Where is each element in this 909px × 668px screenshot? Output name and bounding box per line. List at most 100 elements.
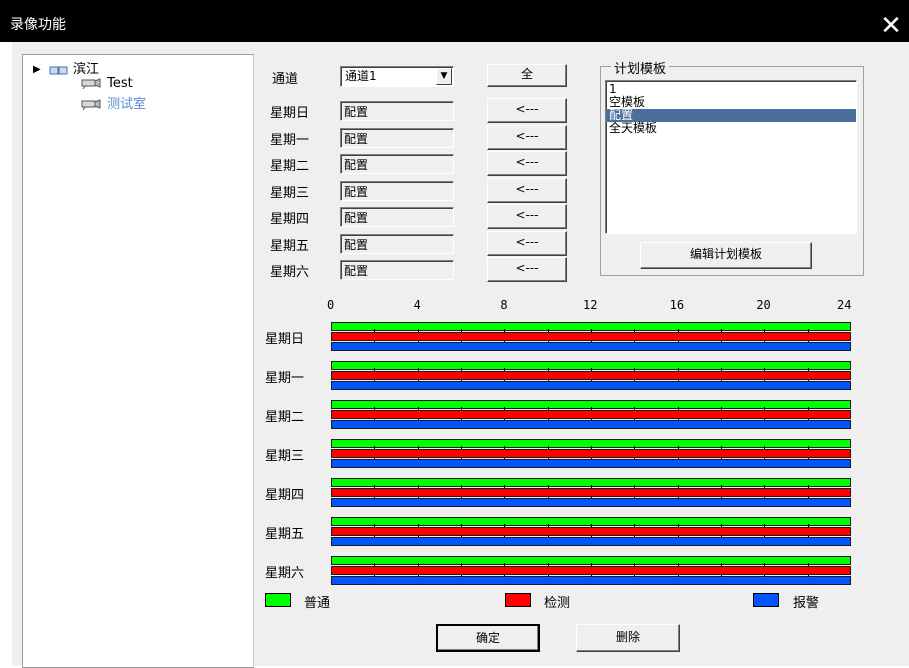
channel-select[interactable]: 通道1 ▼ <box>340 66 454 87</box>
hour-tick <box>374 496 375 499</box>
schedule-bar-alarm[interactable] <box>331 342 851 351</box>
apply-template-button[interactable]: <--- <box>487 151 567 176</box>
hour-tick <box>548 524 549 527</box>
timeline-row[interactable] <box>331 322 851 353</box>
schedule-bar-alarm[interactable] <box>331 498 851 507</box>
hour-tick <box>764 457 765 460</box>
day-template-field[interactable]: 配置 <box>340 260 454 280</box>
day-template-field[interactable]: 配置 <box>340 207 454 227</box>
schedule-bar-alarm[interactable] <box>331 381 851 390</box>
timeline-row[interactable] <box>331 517 851 548</box>
apply-template-button[interactable]: <--- <box>487 204 567 229</box>
window-title: 录像功能 <box>10 17 66 33</box>
timeline-row[interactable] <box>331 478 851 509</box>
hour-tick <box>418 418 419 421</box>
hour-tick <box>504 457 505 460</box>
hour-tick <box>504 485 505 488</box>
hour-tick <box>591 524 592 527</box>
hour-tick <box>721 446 722 449</box>
day-label: 星期一 <box>270 133 310 148</box>
template-list-item[interactable]: 全天模板 <box>606 122 856 135</box>
hour-tick <box>764 446 765 449</box>
device-tree[interactable]: ▶ 滨江 Test 测试室 <box>22 54 254 668</box>
legend-alarm-label: 报警 <box>793 596 820 611</box>
day-label: 星期二 <box>270 159 310 174</box>
day-template-field[interactable]: 配置 <box>340 181 454 201</box>
apply-template-button[interactable]: <--- <box>487 178 567 203</box>
hour-tick <box>591 574 592 577</box>
hour-tick <box>504 535 505 538</box>
hour-tick <box>504 379 505 382</box>
tree-node-root[interactable]: ▶ 滨江 <box>33 58 99 77</box>
hour-tick <box>461 574 462 577</box>
hour-tick <box>721 418 722 421</box>
day-template-field[interactable]: 配置 <box>340 128 454 148</box>
axis-tick-label: 0 <box>327 298 335 312</box>
timeline-row[interactable] <box>331 361 851 392</box>
schedule-bar-alarm[interactable] <box>331 459 851 468</box>
template-list-item[interactable]: 空模板 <box>606 96 856 109</box>
hour-tick <box>634 329 635 332</box>
hour-tick <box>678 329 679 332</box>
hour-tick <box>548 485 549 488</box>
tree-node-testroom[interactable]: 测试室 <box>79 93 146 112</box>
camera-icon <box>81 78 101 89</box>
chevron-down-icon[interactable]: ▼ <box>436 68 452 85</box>
day-template-field[interactable]: 配置 <box>340 234 454 254</box>
schedule-bar-alarm[interactable] <box>331 420 851 429</box>
hour-tick <box>721 407 722 410</box>
apply-template-button[interactable]: <--- <box>487 231 567 256</box>
close-icon[interactable]: ✕ <box>879 13 903 39</box>
hour-tick <box>374 563 375 566</box>
hour-tick <box>504 418 505 421</box>
hour-tick <box>418 407 419 410</box>
hour-tick <box>461 496 462 499</box>
tree-node-test[interactable]: Test <box>79 76 133 91</box>
timeline-row[interactable] <box>331 400 851 431</box>
channel-select-value: 通道1 <box>345 69 377 83</box>
day-label: 星期六 <box>270 265 310 280</box>
hour-tick <box>548 340 549 343</box>
edit-template-button[interactable]: 编辑计划模板 <box>640 242 812 269</box>
timeline-day-label: 星期二 <box>265 410 305 425</box>
apply-template-button[interactable]: <--- <box>487 98 567 123</box>
hour-tick <box>461 446 462 449</box>
day-label: 星期四 <box>270 212 310 227</box>
day-template-field[interactable]: 配置 <box>340 154 454 174</box>
hour-tick <box>634 524 635 527</box>
apply-template-button[interactable]: <--- <box>487 125 567 150</box>
hour-tick <box>418 446 419 449</box>
hour-tick <box>418 485 419 488</box>
timeline-day-label: 星期六 <box>265 566 305 581</box>
select-all-button[interactable]: 全 <box>487 64 567 87</box>
hour-tick <box>634 407 635 410</box>
camera-icon <box>81 99 101 110</box>
expand-arrow-icon[interactable]: ▶ <box>33 64 41 75</box>
hour-tick <box>374 329 375 332</box>
hour-tick <box>548 535 549 538</box>
hour-tick <box>461 418 462 421</box>
schedule-bar-alarm[interactable] <box>331 537 851 546</box>
ok-button[interactable]: 确定 <box>436 624 540 652</box>
template-listbox[interactable]: 1 空模板 配置 全天模板 <box>605 80 857 234</box>
timeline-row[interactable] <box>331 556 851 587</box>
hour-tick <box>678 446 679 449</box>
hour-tick <box>808 574 809 577</box>
hour-tick <box>374 379 375 382</box>
timeline-row[interactable] <box>331 439 851 470</box>
hour-tick <box>634 535 635 538</box>
schedule-bar-alarm[interactable] <box>331 576 851 585</box>
hour-tick <box>418 574 419 577</box>
hour-tick <box>548 446 549 449</box>
day-template-field[interactable]: 配置 <box>340 101 454 121</box>
template-legend: 计划模板 <box>611 58 670 77</box>
hour-tick <box>374 407 375 410</box>
hour-tick <box>678 457 679 460</box>
hour-tick <box>548 457 549 460</box>
hour-tick <box>591 457 592 460</box>
hour-tick <box>418 379 419 382</box>
apply-template-button[interactable]: <--- <box>487 257 567 282</box>
hour-tick <box>634 379 635 382</box>
hour-tick <box>764 329 765 332</box>
delete-button[interactable]: 删除 <box>576 624 680 652</box>
